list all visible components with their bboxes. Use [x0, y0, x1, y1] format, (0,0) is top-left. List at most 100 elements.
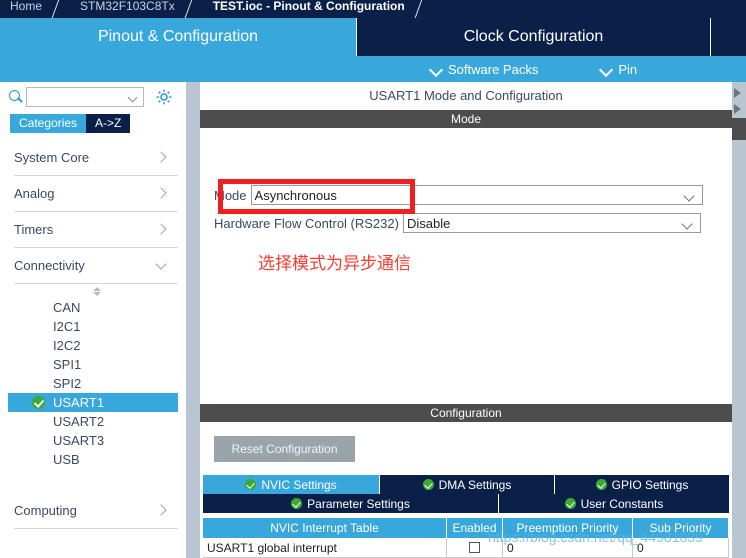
enabled-checkbox[interactable]: [469, 542, 480, 553]
hardware-flow-control-dropdown[interactable]: Disable: [402, 213, 701, 233]
categories-sidebar: Categories A->Z System Core Analog Timers C…: [0, 82, 186, 558]
chevron-right-icon[interactable]: [157, 153, 166, 162]
chevron-down-icon[interactable]: [685, 192, 695, 199]
config-tab-dma-settings[interactable]: DMA Settings: [380, 475, 555, 494]
sidebar-tail-groups: Computing: [14, 493, 178, 529]
peripheral-item-usart2[interactable]: USART2: [14, 412, 178, 431]
table-row[interactable]: USART1 global interrupt 0 0: [203, 538, 729, 558]
search-icon[interactable]: [0, 82, 26, 112]
chevron-right-icon[interactable]: [157, 225, 166, 234]
config-tab-parameter-settings[interactable]: Parameter Settings: [203, 494, 499, 513]
peripheral-label: CAN: [53, 300, 81, 315]
sidebar-view-tabs: Categories A->Z: [10, 114, 131, 133]
peripheral-label: USB: [53, 452, 80, 467]
expand-right-arrow-icon[interactable]: [734, 88, 741, 98]
config-tab-user-constants[interactable]: User Constants: [499, 494, 729, 513]
tab-clock-configuration[interactable]: Clock Configuration: [357, 18, 711, 56]
peripheral-label: I2C1: [53, 319, 81, 334]
peripheral-label: SPI1: [53, 357, 82, 372]
config-tab-gpio-settings[interactable]: GPIO Settings: [555, 475, 729, 494]
config-tab-label: User Constants: [580, 496, 664, 511]
configuration-section-body: Reset Configuration NVIC Settings DMA Set…: [200, 422, 732, 558]
tab-pinout-configuration[interactable]: Pinout & Configuration: [0, 18, 357, 56]
breadcrumb-item[interactable]: TEST.ioc - Pinout & Configuration: [203, 0, 411, 18]
nvic-enabled-cell[interactable]: [447, 538, 503, 558]
sidebar-splitter[interactable]: [186, 82, 200, 558]
peripheral-item-spi1[interactable]: SPI1: [14, 355, 178, 374]
chevron-down-icon[interactable]: [683, 220, 693, 227]
peripheral-item-usart1[interactable]: USART1: [8, 393, 178, 412]
peripheral-item-spi2[interactable]: SPI2: [14, 374, 178, 393]
config-tab-nvic-settings[interactable]: NVIC Settings: [203, 475, 380, 494]
chevron-down-icon: [430, 65, 442, 73]
peripheral-item-can[interactable]: CAN: [14, 298, 178, 317]
peripheral-label: I2C2: [53, 338, 81, 353]
pinout-menu[interactable]: Pin: [600, 62, 637, 77]
list-scroll-handle[interactable]: [14, 284, 178, 298]
configuration-panel: USART1 Mode and Configuration Mode Mode …: [200, 82, 732, 558]
nvic-sub-priority[interactable]: 0: [633, 538, 729, 558]
sidebar-group-system-core[interactable]: System Core: [14, 140, 178, 176]
peripheral-item-i2c1[interactable]: I2C1: [14, 317, 178, 336]
search-input[interactable]: [30, 89, 126, 105]
software-packs-bar: Software Packs Pin: [0, 56, 746, 82]
mode-dropdown[interactable]: Asynchronous: [250, 185, 703, 205]
peripheral-label: SPI2: [53, 376, 82, 391]
check-circle-icon: [291, 498, 303, 509]
sidebar-group-analog[interactable]: Analog: [14, 176, 178, 212]
peripheral-item-usart3[interactable]: USART3: [14, 431, 178, 450]
sidebar-group-connectivity[interactable]: Connectivity: [14, 248, 178, 284]
configuration-section-header: Configuration: [200, 404, 732, 422]
search-combobox[interactable]: [26, 87, 144, 107]
nvic-column-header[interactable]: NVIC Interrupt Table: [203, 518, 447, 538]
main-tab-bar: Pinout & Configuration Clock Configurati…: [0, 18, 746, 56]
breadcrumb-item[interactable]: STM32F103C8Tx: [70, 0, 181, 18]
nvic-preemption-priority[interactable]: 0: [503, 538, 633, 558]
mode-value: Asynchronous: [254, 187, 337, 203]
nvic-interrupt-table: NVIC Interrupt Table Enabled Preemption Pr…: [203, 518, 729, 558]
config-tab-label: Parameter Settings: [307, 496, 410, 511]
check-circle-icon: [564, 498, 576, 509]
breadcrumb-separator-icon: [48, 0, 70, 18]
right-panel-rail: [732, 82, 746, 558]
tab-categories[interactable]: Categories: [10, 114, 87, 133]
hardware-flow-control-label: Hardware Flow Control (RS232): [214, 215, 399, 231]
nvic-table-body: USART1 global interrupt 0 0: [203, 538, 729, 558]
config-tabs-row-2: Parameter Settings User Constants: [203, 494, 729, 513]
breadcrumb-separator-icon: [411, 0, 433, 18]
reset-configuration-button[interactable]: Reset Configuration: [214, 436, 355, 462]
nvic-column-header[interactable]: Sub Priority: [633, 518, 729, 538]
nvic-table-header: NVIC Interrupt Table Enabled Preemption Pr…: [203, 518, 729, 538]
sidebar-group-label: System Core: [14, 150, 90, 165]
chevron-right-icon[interactable]: [157, 506, 166, 515]
gear-icon[interactable]: [154, 87, 174, 107]
tab-a-to-z[interactable]: A->Z: [86, 114, 131, 133]
annotation-text: 选择模式为异步通信: [258, 254, 411, 274]
nvic-column-header[interactable]: Preemption Priority: [503, 518, 633, 538]
mode-section-header: Mode: [200, 110, 732, 128]
config-tab-label: NVIC Settings: [261, 477, 337, 492]
pinout-menu-label: Pin: [618, 61, 638, 77]
chevron-down-icon[interactable]: [157, 261, 166, 270]
breadcrumb-item[interactable]: Home: [0, 0, 48, 18]
tab-third-partial[interactable]: [711, 18, 746, 56]
peripheral-item-i2c2[interactable]: I2C2: [14, 336, 178, 355]
chevron-down-icon[interactable]: [129, 94, 138, 100]
peripheral-item-usb[interactable]: USB: [14, 450, 178, 469]
sidebar-group-computing[interactable]: Computing: [14, 493, 178, 529]
mode-section-body: Mode Asynchronous Hardware Flow Control …: [200, 128, 732, 404]
sidebar-group-timers[interactable]: Timers: [14, 212, 178, 248]
check-circle-icon: [422, 479, 434, 490]
hardware-flow-control-row: Hardware Flow Control (RS232) Disable: [214, 212, 701, 234]
config-tab-label: DMA Settings: [438, 477, 512, 492]
hardware-flow-control-value: Disable: [406, 215, 451, 231]
software-packs-menu[interactable]: Software Packs: [430, 62, 538, 77]
collapse-right-arrow-icon[interactable]: [734, 104, 741, 114]
panel-title: USART1 Mode and Configuration: [200, 82, 732, 110]
nvic-column-header[interactable]: Enabled: [447, 518, 503, 538]
chevron-right-icon[interactable]: [157, 189, 166, 198]
check-circle-icon: [245, 479, 257, 490]
config-tabs-row-1: NVIC Settings DMA Settings GPIO Settings: [203, 475, 729, 494]
sidebar-group-label: Connectivity: [14, 258, 85, 273]
mode-label: Mode: [214, 187, 247, 203]
